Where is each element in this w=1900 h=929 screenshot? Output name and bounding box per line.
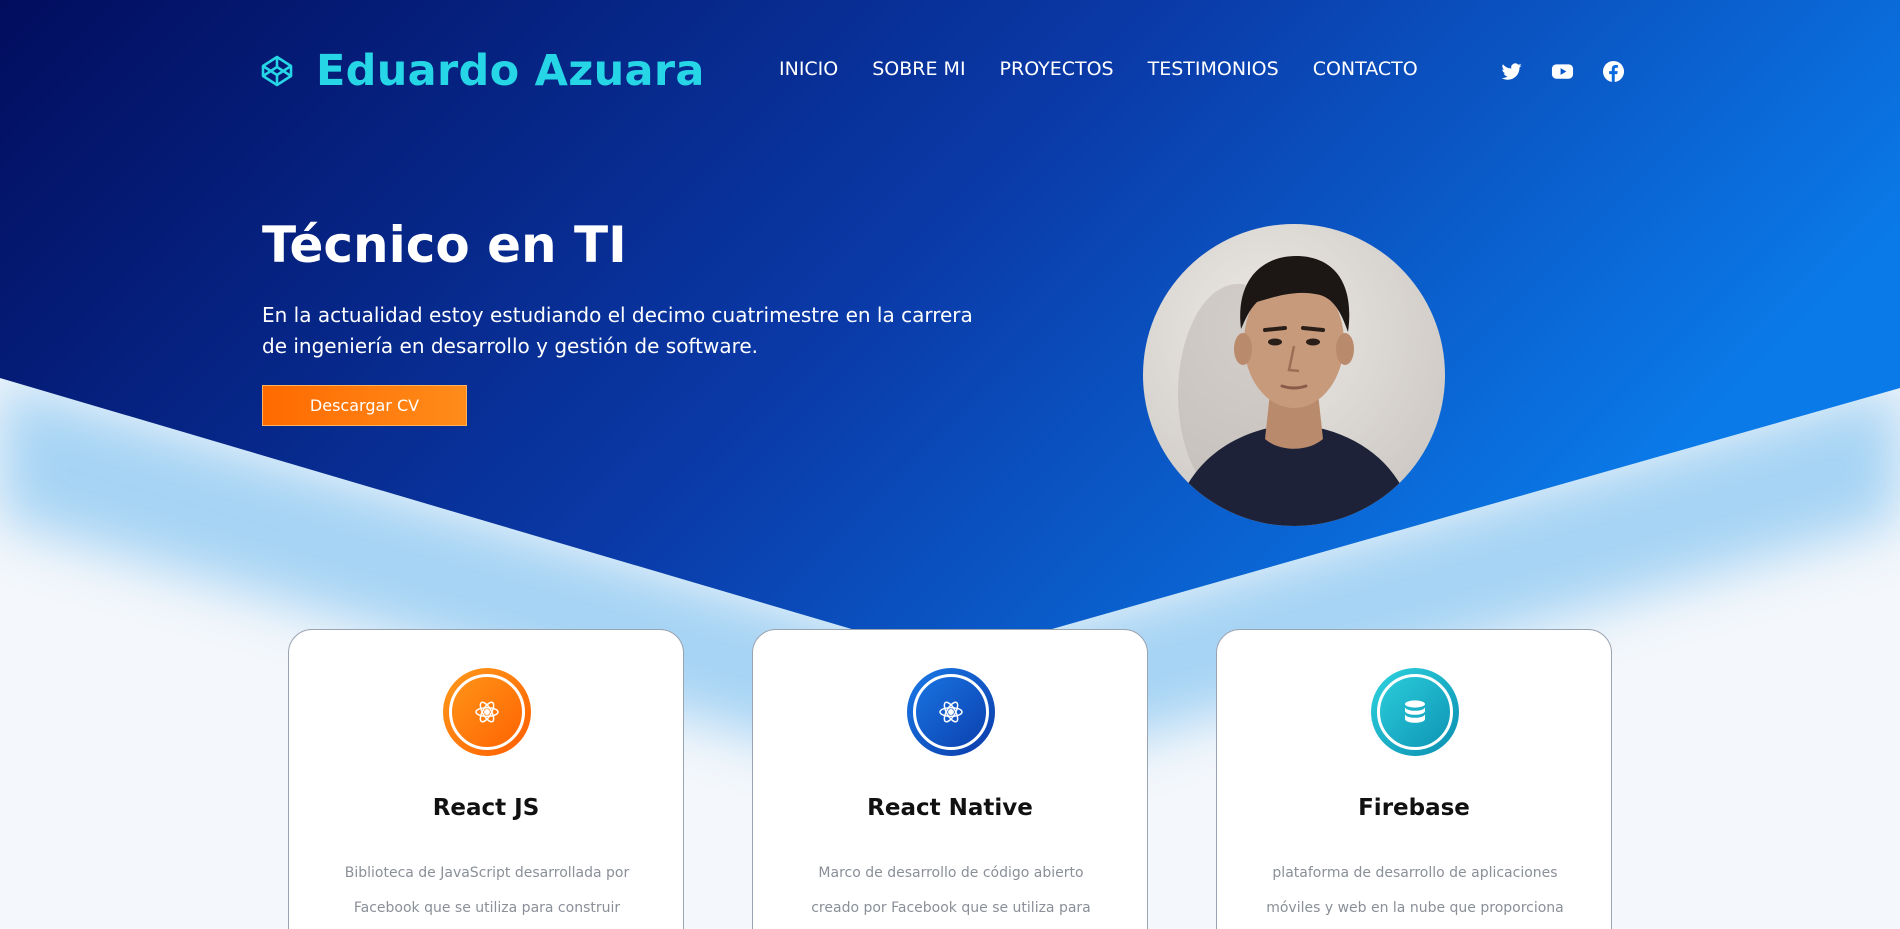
nav-link-sobre-mi[interactable]: SOBRE MI (872, 58, 965, 80)
nav-link-inicio[interactable]: INICIO (779, 58, 838, 80)
skill-card-firebase[interactable]: Firebase plataforma de desarrollo de apl… (1216, 629, 1612, 929)
skill-card-react-native[interactable]: React Native Marco de desarrollo de códi… (752, 629, 1148, 929)
card-title: React Native (867, 795, 1033, 821)
card-description: Biblioteca de JavaScript desarrollada po… (344, 865, 630, 916)
card-title: Firebase (1358, 795, 1470, 821)
brand-name: Eduardo Azuara (316, 46, 705, 96)
nav-link-contacto[interactable]: CONTACTO (1313, 58, 1418, 80)
card-description: plataforma de desarrollo de aplicaciones… (1266, 865, 1564, 916)
main-menu: INICIO SOBRE MI PROYECTOS TESTIMONIOS CO… (779, 58, 1418, 80)
profile-photo (1143, 224, 1445, 526)
nav-link-testimonios[interactable]: TESTIMONIOS (1148, 58, 1279, 80)
youtube-icon[interactable] (1551, 60, 1574, 83)
hero-description: En la actualidad estoy estudiando el dec… (262, 303, 973, 358)
twitter-icon[interactable] (1500, 60, 1523, 83)
react-icon (443, 668, 531, 756)
social-links (1500, 60, 1625, 83)
brand-logo[interactable]: Eduardo Azuara (260, 46, 705, 96)
card-title: React JS (432, 795, 540, 821)
skill-card-react-js[interactable]: React JS Biblioteca de JavaScript desarr… (288, 629, 684, 929)
card-description: Marco de desarrollo de código abierto cr… (811, 865, 1091, 916)
react-icon (907, 668, 995, 756)
database-icon (1371, 668, 1459, 756)
hero-title: Técnico en TI (262, 216, 627, 274)
facebook-icon[interactable] (1602, 60, 1625, 83)
codepen-icon (260, 54, 294, 88)
download-cv-button[interactable]: Descargar CV (262, 385, 467, 426)
top-navigation: Eduardo Azuara INICIO SOBRE MI PROYECTOS… (0, 0, 1900, 145)
nav-link-proyectos[interactable]: PROYECTOS (1000, 58, 1114, 80)
